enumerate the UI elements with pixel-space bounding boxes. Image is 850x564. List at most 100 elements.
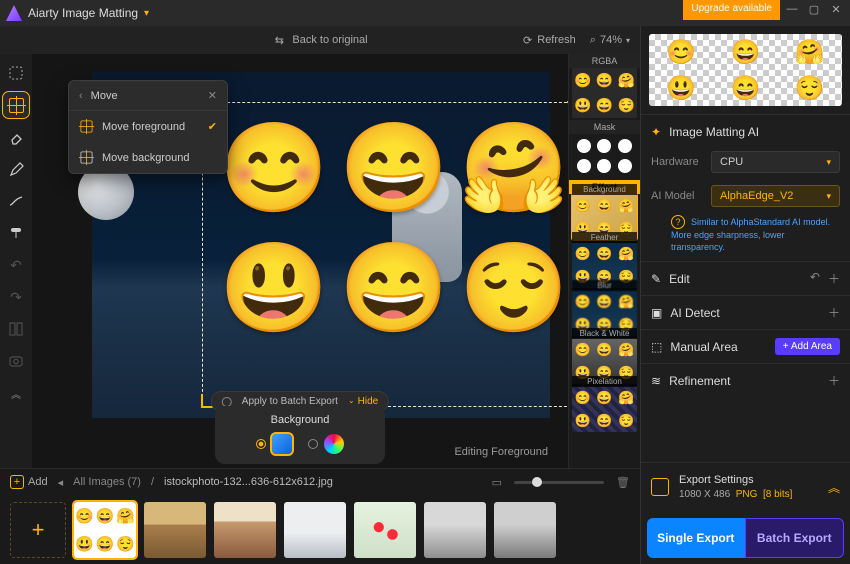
close-icon[interactable]: ✕ — [208, 89, 217, 102]
move-icon — [9, 98, 24, 113]
manual-section[interactable]: ⬚Manual Area + Add Area — [641, 329, 850, 363]
thumb-6[interactable] — [424, 502, 486, 558]
move-icon — [81, 152, 93, 164]
back-label: Back to original — [292, 34, 367, 46]
plus-icon[interactable]: ＋ — [828, 270, 840, 287]
check-icon: ✔ — [208, 120, 217, 133]
move-popup: ‹ Move ✕ Move foreground ✔ Move backgrou… — [68, 80, 228, 174]
thumb-2[interactable] — [144, 502, 206, 558]
close-button[interactable]: ✕ — [826, 0, 846, 18]
foreground-emojis: 😊 😄 🤗 😃 😄 😌 — [218, 124, 568, 356]
emoji: 😊 — [218, 124, 330, 236]
upgrade-button[interactable]: Upgrade available — [683, 0, 780, 20]
editor-topbar: ⇆ Back to original ⟳Refresh ⌕74%▾ — [0, 26, 640, 54]
refresh-button[interactable]: ⟳Refresh — [523, 34, 576, 47]
background-title: Background — [227, 414, 373, 426]
export-panel: Export Settings 1080 X 486 PNG [8 bits] … — [641, 462, 850, 564]
brush-tool[interactable] — [3, 188, 29, 214]
plus-icon: + — [10, 475, 24, 489]
export-info: Export Settings 1080 X 486 PNG [8 bits] — [679, 473, 792, 502]
app-logo-icon — [6, 5, 22, 21]
gallery: +Add ◂ All Images (7) / istockphoto-132.… — [0, 468, 640, 564]
panel-title: Image Matting AI — [669, 125, 759, 139]
emoji: 😄 — [338, 124, 450, 236]
chevron-up-icon[interactable]: ︽ — [828, 479, 840, 496]
background-panel: Background — [215, 406, 385, 464]
pencil-tool[interactable] — [3, 156, 29, 182]
radio-icon — [308, 439, 318, 449]
area-icon: ⬚ — [651, 340, 662, 354]
chevron-down-icon[interactable]: ▾ — [144, 8, 149, 19]
canvas[interactable]: 😊 😄 🤗 😃 😄 😌 ‹ Move ✕ Move foregro — [32, 54, 568, 468]
gallery-add-button[interactable]: +Add — [10, 475, 48, 489]
right-panel: 😊😄🤗 😃😄😌 ✦ Image Matting AI Hardware CPU▾… — [640, 26, 850, 564]
maximize-button[interactable]: ▢ — [804, 0, 824, 18]
breadcrumb-all[interactable]: All Images (7) — [73, 476, 141, 488]
preview-column: RGBA 😊😄🤗 😃😄😌 Mask Effect Background😊😄🤗😃😄… — [568, 54, 640, 468]
move-tool[interactable] — [3, 92, 29, 118]
app-title: Aiarty Image Matting — [28, 6, 138, 20]
zoom-icon: ⌕ — [590, 34, 596, 47]
breadcrumb-back-icon[interactable]: ◂ — [58, 476, 64, 489]
titlebar: Aiarty Image Matting ▾ Upgrade available… — [0, 0, 850, 26]
radio-selected-icon — [256, 439, 266, 449]
model-label: AI Model — [651, 190, 703, 202]
detect-icon: ▣ — [651, 306, 662, 320]
plus-icon[interactable]: ＋ — [828, 372, 840, 389]
add-thumb-button[interactable]: + — [10, 502, 66, 558]
back-to-original-button[interactable]: ⇆ Back to original — [272, 33, 367, 47]
effect-pixelation[interactable]: Pixelation😊😄🤗😃😄😌 — [572, 386, 637, 432]
emoji: 🤗 — [458, 124, 568, 236]
batch-export-button[interactable]: Batch Export — [745, 518, 845, 558]
mask-preview[interactable] — [572, 134, 637, 178]
gear-icon[interactable] — [651, 478, 669, 496]
undo-button[interactable]: ↶ — [3, 252, 29, 278]
back-icon[interactable]: ‹ — [79, 90, 83, 102]
compare-tool[interactable] — [3, 316, 29, 342]
thumb-3[interactable] — [214, 502, 276, 558]
detect-section[interactable]: ▣AI Detect ＋ — [641, 295, 850, 329]
emoji: 😃 — [218, 244, 330, 356]
hardware-select[interactable]: CPU▾ — [711, 151, 840, 173]
hardware-label: Hardware — [651, 156, 703, 168]
tool-rail: ↶ ↷ ︽ — [0, 54, 32, 468]
move-background-option[interactable]: Move background — [69, 142, 227, 173]
edit-section[interactable]: ✎Edit ↶＋ — [641, 261, 850, 295]
redo-button[interactable]: ↷ — [3, 284, 29, 310]
delete-button[interactable]: 🗑 — [616, 476, 630, 489]
eraser-tool[interactable] — [3, 124, 29, 150]
bg-image-option[interactable] — [256, 434, 292, 454]
camera-tool[interactable] — [3, 348, 29, 374]
mask-label[interactable]: Mask — [569, 120, 640, 134]
chevron-down-icon: ▾ — [626, 36, 630, 45]
thumb-7[interactable] — [494, 502, 556, 558]
minimize-button[interactable]: ― — [782, 0, 802, 18]
apply-batch-radio[interactable] — [222, 397, 232, 407]
rgba-preview[interactable]: 😊😄🤗 😃😄😌 — [572, 68, 637, 118]
single-export-button[interactable]: Single Export — [647, 518, 745, 558]
sparkle-icon: ✦ — [651, 125, 661, 139]
rgba-label[interactable]: RGBA — [569, 54, 640, 68]
move-foreground-option[interactable]: Move foreground ✔ — [69, 111, 227, 142]
select-tool[interactable] — [3, 60, 29, 86]
bg-color-option[interactable] — [308, 434, 344, 454]
model-select[interactable]: AlphaEdge_V2▾ — [711, 185, 840, 207]
refresh-icon: ⟳ — [523, 34, 532, 47]
undo-icon[interactable]: ↶ — [810, 270, 820, 287]
thumbnail-size-slider[interactable] — [514, 481, 604, 484]
thumb-5[interactable] — [354, 502, 416, 558]
refine-section[interactable]: ≋Refinement ＋ — [641, 363, 850, 397]
refine-icon: ≋ — [651, 374, 661, 388]
move-popup-title: Move — [91, 90, 118, 102]
breadcrumb-file: istockphoto-132...636-612x612.jpg — [164, 476, 333, 488]
help-icon[interactable]: ? — [671, 215, 685, 229]
color-wheel-icon — [324, 434, 344, 454]
output-preview: 😊😄🤗 😃😄😌 — [649, 34, 842, 106]
collapse-button[interactable]: ︽ — [3, 380, 29, 406]
thumb-4[interactable] — [284, 502, 346, 558]
plus-icon[interactable]: ＋ — [828, 304, 840, 321]
thumb-1[interactable]: 😊😄🤗😃😄😌 — [74, 502, 136, 558]
add-area-button[interactable]: + Add Area — [775, 338, 840, 355]
zoom-control[interactable]: ⌕74%▾ — [590, 34, 630, 47]
roller-tool[interactable] — [3, 220, 29, 246]
